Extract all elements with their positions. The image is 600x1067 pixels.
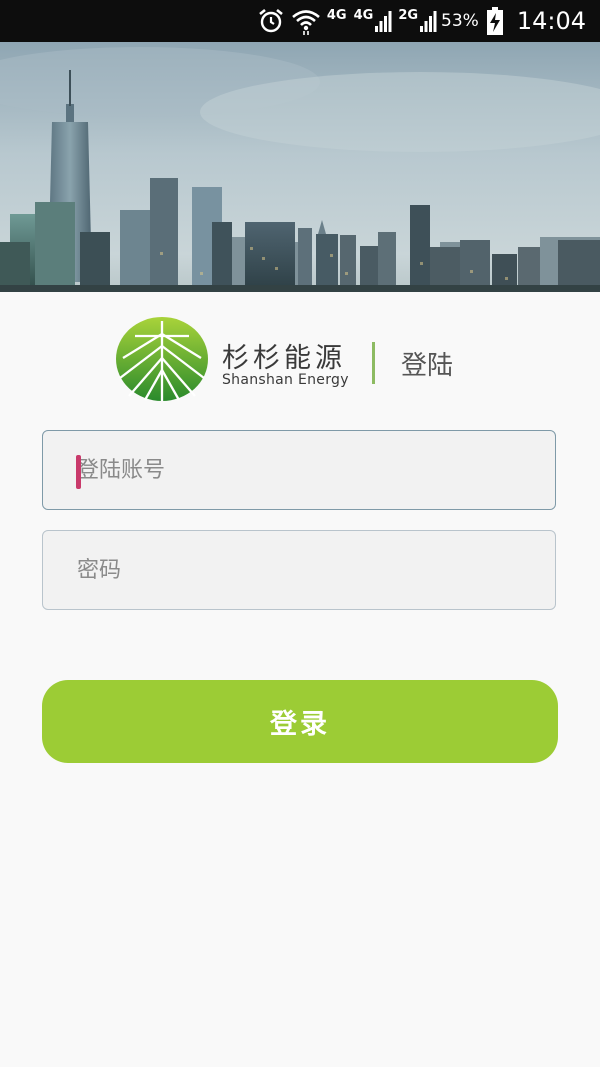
password-input[interactable] xyxy=(43,531,555,609)
signal-4g-indicator: 4G xyxy=(327,8,348,29)
signal-2g-indicator: 2G xyxy=(398,7,437,33)
network-type-label: 2G xyxy=(398,7,419,23)
brand-name-cn: 杉杉能源 xyxy=(222,343,346,374)
account-input[interactable] xyxy=(43,431,555,509)
network-type-label: 4G xyxy=(326,7,347,23)
wifi-icon xyxy=(291,7,321,35)
status-bar: 4G 4G 2G 53% 14:04 xyxy=(0,0,600,42)
battery-percent: 53% xyxy=(441,11,479,31)
password-field[interactable] xyxy=(42,530,556,610)
signal-bars-icon xyxy=(375,11,392,32)
network-type-label: 4G xyxy=(353,7,374,23)
shanshan-logo-icon xyxy=(116,317,208,401)
header-banner-image xyxy=(0,42,600,292)
status-icons: 4G 4G 2G 53% 14:04 xyxy=(251,0,586,42)
text-cursor xyxy=(76,455,81,489)
clock-time: 14:04 xyxy=(516,7,586,35)
alarm-icon xyxy=(257,7,285,35)
login-button[interactable]: 登录 xyxy=(42,680,558,763)
signal-bars-icon xyxy=(420,11,437,32)
battery-charging-icon xyxy=(485,6,505,36)
title-divider xyxy=(372,342,375,384)
account-field[interactable] xyxy=(42,430,556,510)
brand-header: 杉杉能源 Shanshan Energy 登陆 xyxy=(0,312,600,404)
page-title: 登陆 xyxy=(401,351,454,381)
signal-4g-strength-indicator: 4G xyxy=(353,7,393,33)
brand-name-en: Shanshan Energy xyxy=(222,372,349,388)
